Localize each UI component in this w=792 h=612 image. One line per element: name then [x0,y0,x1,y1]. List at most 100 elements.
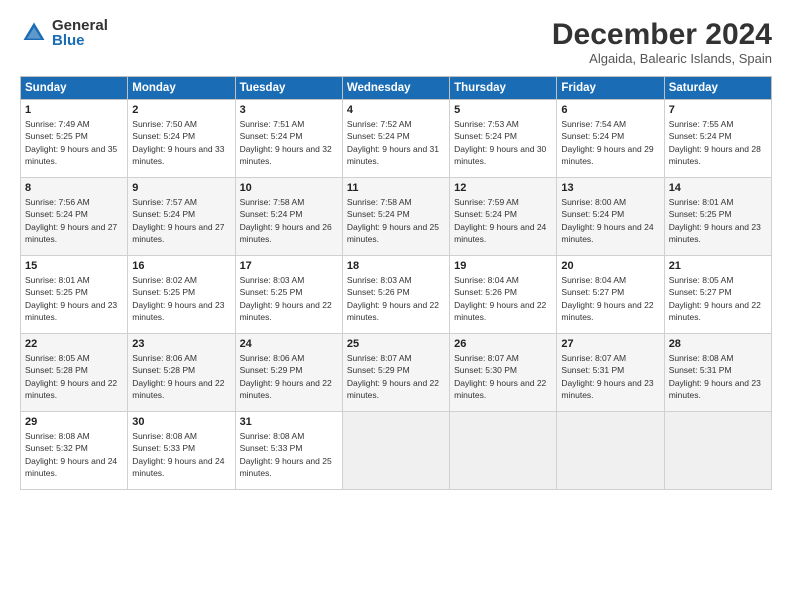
day-number: 12 [454,182,552,194]
day-number: 13 [561,182,659,194]
daylight-text: Daylight: 9 hours and 24 minutes. [132,456,224,478]
sunset-text: Sunset: 5:25 PM [25,131,88,141]
day-number: 19 [454,260,552,272]
sunrise-text: Sunrise: 7:57 AM [132,197,197,207]
day-number: 25 [347,338,445,350]
sunset-text: Sunset: 5:25 PM [132,287,195,297]
day-number: 22 [25,338,123,350]
day-number: 28 [669,338,767,350]
sunrise-text: Sunrise: 7:58 AM [347,197,412,207]
sunrise-text: Sunrise: 8:04 AM [454,275,519,285]
daylight-text: Daylight: 9 hours and 35 minutes. [25,144,117,166]
sunrise-text: Sunrise: 7:55 AM [669,119,734,129]
day-number: 23 [132,338,230,350]
cell-content: Sunrise: 8:04 AMSunset: 5:27 PMDaylight:… [561,274,659,323]
sunset-text: Sunset: 5:24 PM [561,209,624,219]
table-cell: 19Sunrise: 8:04 AMSunset: 5:26 PMDayligh… [450,256,557,334]
week-row-3: 22Sunrise: 8:05 AMSunset: 5:28 PMDayligh… [21,334,772,412]
day-number: 4 [347,104,445,116]
calendar-body: 1 Sunrise: 7:49 AMSunset: 5:25 PMDaylight… [21,100,772,490]
daylight-text: Daylight: 9 hours and 30 minutes. [454,144,546,166]
sunrise-text: Sunrise: 8:05 AM [669,275,734,285]
cell-content: Sunrise: 8:08 AM Sunset: 5:32 PM Daylight:… [25,430,123,479]
daylight-text: Daylight: 9 hours and 22 minutes. [347,300,439,322]
table-cell: 6Sunrise: 7:54 AMSunset: 5:24 PMDaylight… [557,100,664,178]
cell-content: Sunrise: 7:53 AMSunset: 5:24 PMDaylight:… [454,118,552,167]
logo-blue-text: Blue [52,33,108,48]
daylight-text: Daylight: 9 hours and 25 minutes. [240,456,332,478]
sunrise-text: Sunrise: 8:06 AM [132,353,197,363]
sunset-text: Sunset: 5:33 PM [240,443,303,453]
daylight-text: Daylight: 9 hours and 24 minutes. [25,456,117,478]
sunrise-text: Sunrise: 8:07 AM [561,353,626,363]
col-tuesday: Tuesday [235,77,342,100]
table-cell: 10 Sunrise: 7:58 AMSunset: 5:24 PMDayligh… [235,178,342,256]
sunrise-text: Sunrise: 7:56 AM [25,197,90,207]
logo-icon [20,19,48,47]
day-number: 6 [561,104,659,116]
daylight-text: Daylight: 9 hours and 26 minutes. [240,222,332,244]
logo-general: General [52,18,108,33]
daylight-text: Daylight: 9 hours and 32 minutes. [240,144,332,166]
cell-content: Sunrise: 8:08 AM Sunset: 5:33 PM Daylight:… [240,430,338,479]
day-number: 11 [347,182,445,194]
sunset-text: Sunset: 5:29 PM [347,365,410,375]
day-number: 7 [669,104,767,116]
title-block: December 2024 Algaida, Balearic Islands,… [552,18,772,66]
sunrise-text: Sunrise: 7:54 AM [561,119,626,129]
day-number: 30 [132,416,230,428]
table-cell: 14 Sunrise: 8:01 AMSunset: 5:25 PMDayligh… [664,178,771,256]
sunrise-text: Sunrise: 8:03 AM [240,275,305,285]
sunset-text: Sunset: 5:24 PM [132,209,195,219]
sunrise-text: Sunrise: 8:05 AM [25,353,90,363]
sunrise-text: Sunrise: 7:59 AM [454,197,519,207]
table-cell: 9 Sunrise: 7:57 AM Sunset: 5:24 PM Daylight… [128,178,235,256]
day-number: 14 [669,182,767,194]
table-cell: 1 Sunrise: 7:49 AMSunset: 5:25 PMDaylight… [21,100,128,178]
cell-content: Sunrise: 8:01 AMSunset: 5:25 PMDaylight:… [669,196,767,245]
sunrise-text: Sunrise: 8:08 AM [25,431,90,441]
cell-content: Sunrise: 8:00 AMSunset: 5:24 PMDaylight:… [561,196,659,245]
day-number: 9 [132,182,230,194]
daylight-text: Daylight: 9 hours and 22 minutes. [347,378,439,400]
sunrise-text: Sunrise: 7:58 AM [240,197,305,207]
sunrise-text: Sunrise: 8:08 AM [132,431,197,441]
day-number: 1 [25,104,123,116]
header-row: Sunday Monday Tuesday Wednesday Thursday… [21,77,772,100]
col-thursday: Thursday [450,77,557,100]
sunset-text: Sunset: 5:30 PM [454,365,517,375]
daylight-text: Daylight: 9 hours and 27 minutes. [132,222,224,244]
table-cell: 4Sunrise: 7:52 AMSunset: 5:24 PMDaylight… [342,100,449,178]
header: General Blue December 2024 Algaida, Bale… [20,18,772,66]
cell-content: Sunrise: 8:03 AMSunset: 5:25 PMDaylight:… [240,274,338,323]
sunset-text: Sunset: 5:24 PM [454,209,517,219]
cell-content: Sunrise: 7:50 AMSunset: 5:24 PMDaylight:… [132,118,230,167]
cell-content: Sunrise: 7:58 AMSunset: 5:24 PMDaylight:… [240,196,338,245]
day-number: 3 [240,104,338,116]
sunset-text: Sunset: 5:24 PM [132,131,195,141]
daylight-text: Daylight: 9 hours and 28 minutes. [669,144,761,166]
day-number: 17 [240,260,338,272]
sunrise-text: Sunrise: 8:01 AM [669,197,734,207]
daylight-text: Daylight: 9 hours and 23 minutes. [561,378,653,400]
daylight-text: Daylight: 9 hours and 22 minutes. [454,378,546,400]
sunset-text: Sunset: 5:24 PM [240,131,303,141]
day-number: 10 [240,182,338,194]
daylight-text: Daylight: 9 hours and 31 minutes. [347,144,439,166]
table-cell: 8Sunrise: 7:56 AMSunset: 5:24 PMDaylight… [21,178,128,256]
sunrise-text: Sunrise: 8:08 AM [240,431,305,441]
sunset-text: Sunset: 5:32 PM [25,443,88,453]
col-monday: Monday [128,77,235,100]
table-cell: 23Sunrise: 8:06 AMSunset: 5:28 PMDayligh… [128,334,235,412]
daylight-text: Daylight: 9 hours and 22 minutes. [669,300,761,322]
daylight-text: Daylight: 9 hours and 23 minutes. [25,300,117,322]
cell-content: Sunrise: 7:49 AMSunset: 5:25 PMDaylight:… [25,118,123,167]
sunrise-text: Sunrise: 7:53 AM [454,119,519,129]
table-cell: 21Sunrise: 8:05 AMSunset: 5:27 PMDayligh… [664,256,771,334]
sunset-text: Sunset: 5:31 PM [669,365,732,375]
sunset-text: Sunset: 5:26 PM [454,287,517,297]
sunset-text: Sunset: 5:24 PM [347,209,410,219]
cell-content: Sunrise: 8:02 AMSunset: 5:25 PMDaylight:… [132,274,230,323]
cell-content: Sunrise: 8:06 AMSunset: 5:29 PMDaylight:… [240,352,338,401]
sunrise-text: Sunrise: 8:01 AM [25,275,90,285]
